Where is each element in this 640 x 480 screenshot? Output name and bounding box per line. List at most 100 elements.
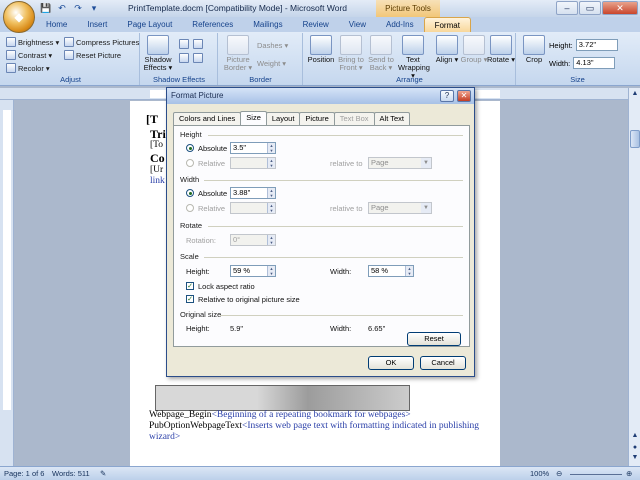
height-absolute-input[interactable]: 3.5" ▲ ▼ [230, 142, 276, 154]
height-relative-spinner-icon[interactable]: ▲ ▼ [267, 158, 275, 168]
crop-button[interactable]: Crop [519, 35, 549, 64]
scroll-up-icon[interactable]: ▲ [630, 90, 640, 100]
nudge-down-icon [193, 53, 203, 63]
proofing-icon[interactable]: ✎ [100, 469, 106, 478]
dialog-help-button[interactable]: ? [440, 90, 454, 102]
group-button[interactable]: Group ▾ [459, 35, 489, 64]
shadow-effects-button[interactable]: Shadow Effects ▾ [143, 35, 173, 72]
shadow-nudge-up[interactable] [179, 39, 189, 49]
zoom-in-icon[interactable]: ⊕ [626, 469, 632, 478]
tab-insert[interactable]: Insert [77, 17, 117, 32]
lock-aspect-checkbox[interactable]: ✓ [186, 282, 194, 290]
height-spinner-icon[interactable]: ▲ ▼ [267, 143, 275, 153]
rotate-button[interactable]: Rotate ▾ [486, 35, 516, 64]
bring-to-front-button[interactable]: Bring to Front ▾ [336, 35, 366, 72]
close-button[interactable]: ✕ [602, 1, 638, 15]
adjust-group-label: Adjust [60, 75, 81, 84]
position-button[interactable]: Position [306, 35, 336, 64]
qat-more-icon[interactable]: ▾ [88, 2, 100, 14]
vertical-scrollbar[interactable]: ▲ ▲ ● ▼ [628, 88, 640, 466]
rotation-spinner-icon[interactable]: ▲ ▼ [267, 235, 275, 245]
next-page-icon[interactable]: ▼ [630, 454, 640, 464]
picture-border-button[interactable]: Picture Border ▾ [223, 35, 253, 72]
width-relative-spinner-icon[interactable]: ▲ ▼ [267, 203, 275, 213]
compress-pictures-button[interactable]: Compress Pictures [64, 37, 139, 47]
tab-references[interactable]: References [182, 17, 243, 32]
height-relative-radio[interactable] [186, 159, 194, 167]
tab-format[interactable]: Format [423, 17, 471, 32]
send-to-back-button[interactable]: Send to Back ▾ [366, 35, 396, 72]
reset-button[interactable]: Reset [407, 332, 461, 346]
shadow-icon [147, 35, 169, 55]
dashes-button[interactable]: Dashes ▾ [257, 41, 288, 50]
tab-text-box[interactable]: Text Box [333, 112, 375, 125]
selected-picture[interactable] [155, 385, 410, 411]
weight-button[interactable]: Weight ▾ [257, 59, 286, 68]
width-relative-to-select[interactable]: Page ▼ [368, 202, 432, 214]
zoom-out-icon[interactable]: ⊖ [556, 469, 562, 478]
width-spinner-icon[interactable]: ▲ ▼ [267, 188, 275, 198]
vertical-ruler[interactable] [0, 100, 14, 466]
tab-size[interactable]: Size [240, 111, 267, 125]
width-absolute-input[interactable]: 3.88" ▲ ▼ [230, 187, 276, 199]
compress-icon [64, 37, 74, 47]
scale-height-label: Height: [186, 267, 210, 276]
tab-add-ins[interactable]: Add-Ins [376, 17, 424, 32]
scale-height-spinner-icon[interactable]: ▲ ▼ [267, 266, 275, 276]
tab-colors-and-lines[interactable]: Colors and Lines [173, 112, 242, 125]
scale-height-input[interactable]: 59 % ▲ ▼ [230, 265, 276, 277]
undo-icon[interactable]: ↶ [56, 2, 68, 14]
width-absolute-radio[interactable] [186, 189, 194, 197]
zoom-level[interactable]: 100% [530, 469, 549, 478]
redo-icon[interactable]: ↷ [72, 2, 84, 14]
tab-layout[interactable]: Layout [265, 112, 301, 125]
office-button[interactable]: ◆ [3, 1, 35, 33]
width-absolute-label: Absolute [198, 189, 228, 198]
minimize-button[interactable]: – [556, 1, 578, 15]
tab-mailings[interactable]: Mailings [243, 17, 292, 32]
size-group: Crop Height: 3.72" Width: 4.13" Size [517, 33, 638, 85]
ribbon-height-label: Height: [549, 40, 573, 50]
maximize-button[interactable]: ▭ [579, 1, 601, 15]
text-wrapping-button[interactable]: Text Wrapping ▾ [398, 35, 430, 80]
scroll-thumb[interactable] [630, 130, 640, 148]
dialog-close-button[interactable]: ✕ [457, 90, 471, 102]
word-count[interactable]: Words: 511 [52, 469, 90, 478]
save-icon[interactable]: 💾 [40, 2, 52, 14]
tab-view[interactable]: View [339, 17, 376, 32]
tab-page-layout[interactable]: Page Layout [117, 17, 182, 32]
tab-alt-text[interactable]: Alt Text [373, 112, 410, 125]
tab-home[interactable]: Home [36, 17, 77, 32]
nudge-up-icon [179, 39, 189, 49]
page-count[interactable]: Page: 1 of 6 [4, 469, 44, 478]
height-absolute-radio[interactable] [186, 144, 194, 152]
tab-picture[interactable]: Picture [299, 112, 335, 125]
shadow-nudge-down[interactable] [193, 53, 203, 63]
rotation-input[interactable]: 0° ▲ ▼ [230, 234, 276, 246]
contrast-button[interactable]: Contrast ▾ [6, 50, 52, 60]
shadow-nudge-right[interactable] [193, 39, 203, 49]
adjust-group: Brightness ▾ Contrast ▾ Recolor ▾ Compre… [2, 33, 140, 85]
select-browse-icon[interactable]: ● [630, 444, 640, 454]
height-relative-label: Relative [198, 159, 226, 168]
height-relative-to-select[interactable]: Page ▼ [368, 157, 432, 169]
relative-original-checkbox[interactable]: ✓ [186, 295, 194, 303]
ok-button[interactable]: OK [368, 356, 414, 370]
width-relative-radio[interactable] [186, 204, 194, 212]
tab-review[interactable]: Review [293, 17, 339, 32]
chevron-down-icon: ▼ [421, 203, 431, 213]
ribbon-width-input[interactable]: 4.13" [573, 57, 616, 69]
brightness-button[interactable]: Brightness ▾ [6, 37, 59, 47]
shadow-nudge-left[interactable] [179, 53, 189, 63]
reset-picture-button[interactable]: Reset Picture [64, 50, 121, 60]
ribbon-height-input[interactable]: 3.72" [575, 39, 618, 51]
scale-width-input[interactable]: 58 % ▲ ▼ [368, 265, 414, 277]
recolor-button[interactable]: Recolor ▾ [6, 63, 50, 73]
prev-page-icon[interactable]: ▲ [630, 432, 640, 442]
scale-width-spinner-icon[interactable]: ▲ ▼ [405, 266, 413, 276]
cancel-button[interactable]: Cancel [420, 356, 466, 370]
zoom-slider[interactable] [570, 474, 622, 475]
height-relative-input[interactable]: ▲ ▼ [230, 157, 276, 169]
align-button[interactable]: Align ▾ [432, 35, 462, 64]
width-relative-input[interactable]: ▲ ▼ [230, 202, 276, 214]
